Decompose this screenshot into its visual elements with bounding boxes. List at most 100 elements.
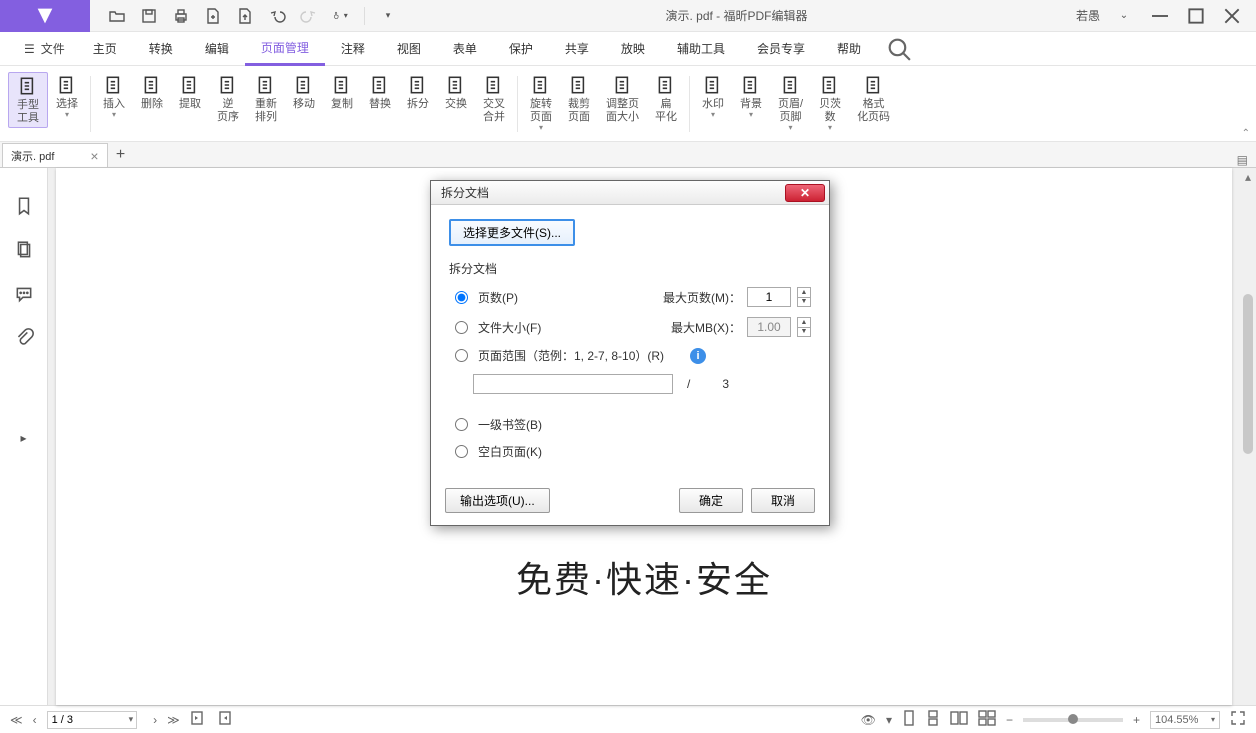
- document-tab[interactable]: 演示. pdf ×: [2, 143, 108, 167]
- save-icon[interactable]: [140, 7, 158, 25]
- ribbon-item-3[interactable]: 插入▾: [95, 72, 133, 121]
- ribbon-item-13[interactable]: 交叉合并: [475, 72, 513, 126]
- radio-bookmark[interactable]: [455, 418, 468, 431]
- reflow-back-icon[interactable]: [190, 710, 206, 729]
- ribbon-item-5[interactable]: 提取: [171, 72, 209, 113]
- menu-tab-2[interactable]: 编辑: [189, 32, 245, 66]
- pages-icon[interactable]: [14, 240, 34, 260]
- next-page-icon[interactable]: ›: [153, 713, 157, 727]
- menu-tab-8[interactable]: 共享: [549, 32, 605, 66]
- close-icon[interactable]: [1220, 4, 1244, 28]
- search-icon[interactable]: [885, 35, 913, 63]
- single-page-icon[interactable]: [902, 710, 916, 729]
- ribbon-item-22[interactable]: 页眉/页脚▾: [770, 72, 811, 134]
- max-pages-spinner[interactable]: ▲▼: [797, 287, 811, 307]
- last-page-icon[interactable]: ≫: [167, 713, 180, 727]
- menu-tab-11[interactable]: 会员专享: [741, 32, 821, 66]
- maximize-icon[interactable]: [1184, 4, 1208, 28]
- ribbon-item-11[interactable]: 拆分: [399, 72, 437, 113]
- ribbon-item-16[interactable]: 裁剪页面: [560, 72, 598, 126]
- menu-tab-7[interactable]: 保护: [493, 32, 549, 66]
- cancel-button[interactable]: 取消: [751, 488, 815, 513]
- info-icon[interactable]: i: [690, 348, 706, 364]
- redo-icon[interactable]: [300, 7, 318, 25]
- ok-button[interactable]: 确定: [679, 488, 743, 513]
- radio-pages[interactable]: [455, 291, 468, 304]
- menu-tab-0[interactable]: 主页: [77, 32, 133, 66]
- user-label[interactable]: 若愚: [1076, 4, 1100, 28]
- collapse-ribbon-icon[interactable]: ⌃: [1242, 128, 1250, 139]
- page-export-icon[interactable]: [236, 7, 254, 25]
- prev-page-icon[interactable]: ‹: [33, 713, 37, 727]
- menu-tab-9[interactable]: 放映: [605, 32, 661, 66]
- menu-tab-3[interactable]: 页面管理: [245, 32, 325, 66]
- ribbon-item-21[interactable]: 背景▾: [732, 72, 770, 121]
- range-total: 3: [722, 377, 729, 391]
- scroll-up-icon[interactable]: ▴: [1245, 170, 1251, 184]
- zoom-slider[interactable]: [1023, 718, 1123, 722]
- ribbon-item-10[interactable]: 替换: [361, 72, 399, 113]
- menu-tab-1[interactable]: 转换: [133, 32, 189, 66]
- ribbon-item-4[interactable]: 删除: [133, 72, 171, 113]
- comment-icon[interactable]: [14, 284, 34, 304]
- bookmark-icon[interactable]: [14, 196, 34, 216]
- first-page-icon[interactable]: ≪: [10, 713, 23, 727]
- ribbon-label: 格式化页码: [857, 98, 890, 124]
- fullscreen-icon[interactable]: [1230, 710, 1246, 729]
- qat-dropdown-icon[interactable]: ▾: [379, 7, 397, 25]
- zoom-in-icon[interactable]: +: [1133, 713, 1140, 727]
- ribbon-item-17[interactable]: 调整页面大小: [598, 72, 647, 126]
- read-mode-icon[interactable]: 👁: [861, 713, 876, 727]
- ribbon-item-20[interactable]: 水印▾: [694, 72, 732, 121]
- dialog-close-button[interactable]: ✕: [785, 184, 825, 202]
- menu-tab-12[interactable]: 帮助: [821, 32, 877, 66]
- menu-tab-5[interactable]: 视图: [381, 32, 437, 66]
- radio-filesize[interactable]: [455, 321, 468, 334]
- touch-icon[interactable]: ▾: [332, 7, 350, 25]
- ribbon-item-15[interactable]: 旋转页面▾: [522, 72, 560, 134]
- output-options-button[interactable]: 输出选项(U)...: [445, 488, 550, 513]
- ribbon-item-23[interactable]: 贝茨数▾: [811, 72, 849, 134]
- ribbon-item-1[interactable]: 选择▾: [48, 72, 86, 121]
- undo-icon[interactable]: [268, 7, 286, 25]
- dialog-titlebar[interactable]: 拆分文档 ✕: [431, 181, 829, 205]
- ribbon-item-12[interactable]: 交换: [437, 72, 475, 113]
- menu-tab-6[interactable]: 表单: [437, 32, 493, 66]
- ribbon-item-6[interactable]: 逆页序: [209, 72, 247, 126]
- continuous-icon[interactable]: [926, 710, 940, 729]
- minimize-icon[interactable]: [1148, 4, 1172, 28]
- print-icon[interactable]: [172, 7, 190, 25]
- user-dropdown-icon[interactable]: ⌄: [1112, 4, 1136, 28]
- scrollbar[interactable]: ▴: [1240, 168, 1256, 705]
- expand-sidebar-icon[interactable]: ▸: [14, 428, 34, 448]
- reflow-fwd-icon[interactable]: [216, 710, 232, 729]
- range-input[interactable]: [473, 374, 673, 394]
- radio-blank[interactable]: [455, 445, 468, 458]
- menu-tab-10[interactable]: 辅助工具: [661, 32, 741, 66]
- page-add-icon[interactable]: [204, 7, 222, 25]
- panel-toggle-icon[interactable]: ▤: [1229, 153, 1256, 167]
- page-dropdown-icon[interactable]: ▾: [129, 714, 134, 725]
- ribbon-icon: [369, 74, 391, 96]
- file-menu[interactable]: ☰ 文件: [12, 40, 77, 57]
- page-input[interactable]: [47, 711, 137, 729]
- close-tab-icon[interactable]: ×: [90, 148, 98, 164]
- ribbon-item-0[interactable]: 手型工具: [8, 72, 48, 128]
- max-pages-input[interactable]: [747, 287, 791, 307]
- two-continuous-icon[interactable]: [978, 710, 996, 729]
- zoom-out-icon[interactable]: −: [1006, 713, 1013, 727]
- add-tab-button[interactable]: +: [108, 143, 134, 167]
- ribbon-item-18[interactable]: 扁平化: [647, 72, 685, 126]
- select-more-files-button[interactable]: 选择更多文件(S)...: [449, 219, 575, 246]
- two-page-icon[interactable]: [950, 710, 968, 729]
- open-icon[interactable]: [108, 7, 126, 25]
- ribbon-item-8[interactable]: 移动: [285, 72, 323, 113]
- attachment-icon[interactable]: [14, 328, 34, 348]
- zoom-input[interactable]: 104.55%▾: [1150, 711, 1220, 729]
- ribbon-item-7[interactable]: 重新排列: [247, 72, 285, 126]
- ribbon-item-24[interactable]: 格式化页码: [849, 72, 898, 126]
- scroll-thumb[interactable]: [1243, 294, 1253, 454]
- radio-range[interactable]: [455, 349, 468, 362]
- ribbon-item-9[interactable]: 复制: [323, 72, 361, 113]
- menu-tab-4[interactable]: 注释: [325, 32, 381, 66]
